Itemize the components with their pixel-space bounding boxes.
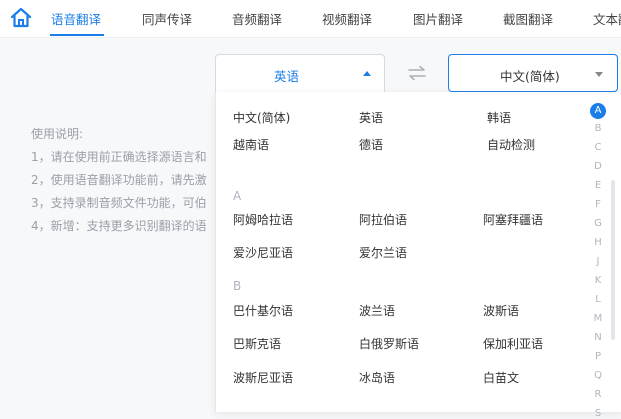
lang-option[interactable]: 巴斯克语 bbox=[233, 335, 281, 352]
target-language-select[interactable]: 中文(简体) bbox=[448, 54, 618, 92]
lang-option[interactable]: 巴什基尔语 bbox=[233, 302, 293, 319]
alpha-index-h[interactable]: H bbox=[590, 237, 606, 248]
usage-instructions: 使用说明: 1，请在使用前正确选择源语言和 2，使用语音翻译功能前，请先激 3，… bbox=[31, 125, 207, 240]
alpha-index-r[interactable]: R bbox=[590, 389, 606, 400]
caret-up-icon bbox=[363, 71, 371, 76]
swap-languages-icon[interactable] bbox=[406, 64, 428, 82]
lang-option[interactable]: 中文(简体) bbox=[233, 109, 290, 126]
tab-text-translation[interactable]: 文本翻 bbox=[593, 9, 621, 28]
group-header-a: A bbox=[233, 189, 242, 203]
tab-voice-translation[interactable]: 语音翻译 bbox=[51, 9, 101, 28]
alpha-index-l[interactable]: L bbox=[590, 294, 606, 305]
lang-option[interactable]: 德语 bbox=[359, 136, 383, 153]
tab-screenshot-translation[interactable]: 截图翻译 bbox=[503, 9, 553, 28]
alpha-index-c[interactable]: C bbox=[590, 142, 606, 153]
tab-video-translation[interactable]: 视频翻译 bbox=[322, 9, 372, 28]
lang-option[interactable]: 韩语 bbox=[487, 109, 511, 126]
alpha-index-g[interactable]: G bbox=[590, 218, 606, 229]
instruction-line: 3，支持录制音频文件功能，可伯 bbox=[31, 196, 207, 210]
tab-image-translation[interactable]: 图片翻译 bbox=[413, 9, 463, 28]
source-language-label: 英语 bbox=[274, 69, 300, 84]
alpha-index-s[interactable]: S bbox=[590, 408, 606, 419]
alpha-index-k[interactable]: K bbox=[590, 275, 606, 286]
lang-option[interactable]: 越南语 bbox=[233, 136, 269, 153]
tab-audio-translation[interactable]: 音频翻译 bbox=[232, 9, 282, 28]
lang-option[interactable]: 白苗文 bbox=[483, 369, 519, 386]
caret-down-icon bbox=[595, 72, 603, 77]
source-language-select[interactable]: 英语 bbox=[215, 54, 385, 92]
lang-option[interactable]: 白俄罗斯语 bbox=[359, 335, 419, 352]
target-language-label: 中文(简体) bbox=[500, 69, 560, 84]
lang-option[interactable]: 波兰语 bbox=[359, 302, 395, 319]
lang-option[interactable]: 阿姆哈拉语 bbox=[233, 211, 293, 228]
top-nav-bar: 语音翻译 同声传译 音频翻译 视频翻译 图片翻译 截图翻译 文本翻 bbox=[0, 0, 621, 38]
alpha-index-q[interactable]: Q bbox=[590, 370, 606, 381]
home-icon[interactable] bbox=[10, 7, 32, 29]
active-tab-indicator bbox=[50, 34, 104, 36]
alpha-index-e[interactable]: E bbox=[590, 180, 606, 191]
alpha-index-f[interactable]: F bbox=[590, 199, 606, 210]
instruction-line: 4，新增：支持更多识别翻译的语 bbox=[31, 219, 207, 233]
alpha-index-n[interactable]: N bbox=[590, 332, 606, 343]
alpha-index-p[interactable]: P bbox=[590, 351, 606, 362]
alpha-index-m[interactable]: M bbox=[590, 313, 606, 324]
alpha-index-b[interactable]: B bbox=[590, 123, 606, 134]
lang-option[interactable]: 保加利亚语 bbox=[483, 335, 543, 352]
lang-option[interactable]: 爱尔兰语 bbox=[359, 244, 407, 261]
lang-option[interactable]: 阿塞拜疆语 bbox=[483, 211, 543, 228]
lang-option[interactable]: 阿拉伯语 bbox=[359, 211, 407, 228]
nav-divider bbox=[0, 37, 621, 38]
dropdown-scrollbar[interactable] bbox=[611, 180, 615, 340]
lang-option[interactable]: 波斯尼亚语 bbox=[233, 369, 293, 386]
lang-option[interactable]: 英语 bbox=[359, 109, 383, 126]
lang-option[interactable]: 爱沙尼亚语 bbox=[233, 244, 293, 261]
instruction-line: 2，使用语音翻译功能前，请先激 bbox=[31, 173, 207, 187]
lang-option[interactable]: 波斯语 bbox=[483, 302, 519, 319]
alpha-index-d[interactable]: D bbox=[590, 161, 606, 172]
instructions-title: 使用说明: bbox=[31, 127, 84, 141]
group-header-b: B bbox=[233, 279, 242, 293]
tab-simultaneous-interpretation[interactable]: 同声传译 bbox=[142, 9, 192, 28]
source-language-dropdown: 中文(简体) 英语 韩语 越南语 德语 自动检测 A 阿姆哈拉语 阿拉伯语 阿塞… bbox=[215, 92, 621, 419]
alpha-index-a[interactable]: A bbox=[590, 103, 606, 119]
lang-option[interactable]: 自动检测 bbox=[487, 136, 535, 153]
alpha-index-j[interactable]: J bbox=[590, 256, 606, 267]
instruction-line: 1，请在使用前正确选择源语言和 bbox=[31, 150, 207, 164]
lang-option[interactable]: 冰岛语 bbox=[359, 369, 395, 386]
